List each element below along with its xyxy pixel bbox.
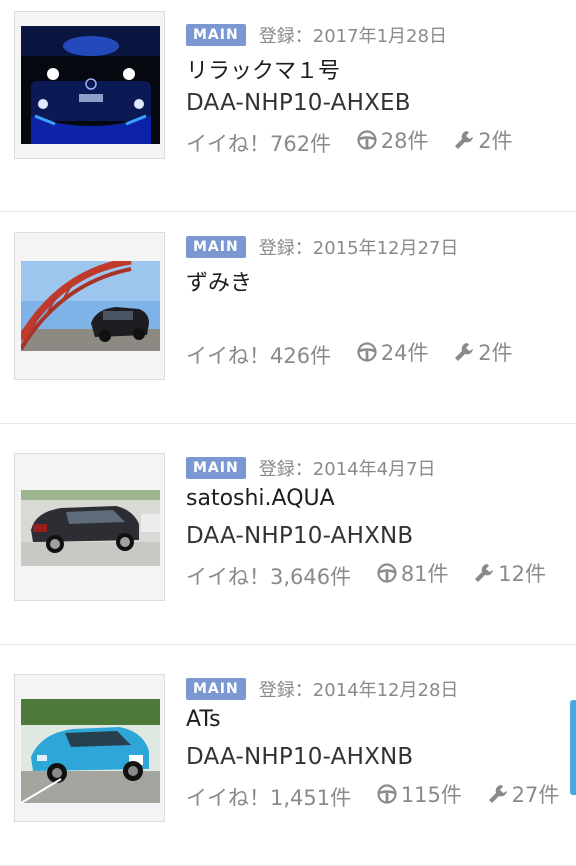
car-stats: イイね！3,646件 81件 12件	[186, 558, 546, 591]
car-thumbnail[interactable]	[14, 232, 165, 380]
car-photo	[21, 261, 160, 351]
drive-count: 28件	[380, 129, 429, 153]
wrench-icon	[453, 341, 475, 363]
steering-wheel-icon	[376, 783, 398, 805]
car-stats: イイね！762件 28件 2件	[186, 125, 513, 158]
maintenance-count: 12件	[498, 562, 546, 586]
drive-stat: 24件	[356, 337, 429, 367]
car-thumbnail[interactable]	[14, 11, 165, 159]
likes-count: イイね！426件	[186, 344, 332, 368]
car-stats: イイね！1,451件 115件 27件	[186, 779, 559, 812]
main-badge: MAIN	[186, 236, 246, 258]
maintenance-count: 27件	[511, 783, 560, 807]
registration-date: 登録：2017年1月28日	[258, 26, 447, 47]
car-model: DAA-NHP10-AHXEB	[186, 90, 411, 116]
drive-stat: 81件	[376, 558, 449, 588]
maintenance-stat: 2件	[453, 337, 513, 367]
drive-count: 115件	[400, 783, 462, 807]
drive-count: 81件	[400, 562, 449, 586]
registration-date: 登録：2015年12月27日	[258, 238, 459, 259]
likes-count: イイね！3,646件	[186, 565, 352, 589]
car-photo	[21, 699, 160, 803]
car-name[interactable]: ずみき	[186, 265, 252, 297]
registration-date: 登録：2014年12月28日	[258, 680, 459, 701]
car-list-item[interactable]: MAIN 登録：2015年12月27日 ずみき イイね！426件 24件 2件	[0, 212, 576, 424]
drive-stat: 115件	[376, 779, 462, 809]
car-name[interactable]: リラックマ１号	[186, 53, 340, 85]
maintenance-stat: 12件	[473, 558, 546, 588]
likes-count: イイね！1,451件	[186, 786, 352, 810]
registration-date: 登録：2014年4月7日	[258, 459, 436, 480]
car-thumbnail[interactable]	[14, 674, 165, 822]
wrench-icon	[473, 562, 495, 584]
main-badge: MAIN	[186, 678, 246, 700]
main-badge: MAIN	[186, 457, 246, 479]
drive-stat: 28件	[356, 125, 429, 155]
car-list-item[interactable]: MAIN 登録：2014年12月28日 ATs DAA-NHP10-AHXNB …	[0, 654, 576, 866]
wrench-icon	[487, 783, 509, 805]
drive-count: 24件	[380, 341, 429, 365]
maintenance-count: 2件	[478, 129, 513, 153]
maintenance-stat: 27件	[487, 779, 560, 809]
main-badge: MAIN	[186, 24, 246, 46]
car-stats: イイね！426件 24件 2件	[186, 337, 513, 370]
steering-wheel-icon	[356, 341, 378, 363]
likes-count: イイね！762件	[186, 132, 332, 156]
maintenance-count: 2件	[478, 341, 513, 365]
car-name[interactable]: satoshi.AQUA	[186, 486, 335, 511]
car-list-item[interactable]: MAIN 登録：2017年1月28日 リラックマ１号 DAA-NHP10-AHX…	[0, 0, 576, 212]
steering-wheel-icon	[376, 562, 398, 584]
scroll-tab[interactable]	[570, 700, 576, 795]
car-photo	[21, 490, 160, 566]
car-model: DAA-NHP10-AHXNB	[186, 744, 414, 770]
wrench-icon	[453, 129, 475, 151]
car-name[interactable]: ATs	[186, 707, 221, 732]
car-list: MAIN 登録：2017年1月28日 リラックマ１号 DAA-NHP10-AHX…	[0, 0, 576, 866]
car-photo	[21, 26, 160, 144]
steering-wheel-icon	[356, 129, 378, 151]
car-model: DAA-NHP10-AHXNB	[186, 523, 414, 549]
car-list-item[interactable]: MAIN 登録：2014年4月7日 satoshi.AQUA DAA-NHP10…	[0, 433, 576, 645]
car-thumbnail[interactable]	[14, 453, 165, 601]
maintenance-stat: 2件	[453, 125, 513, 155]
